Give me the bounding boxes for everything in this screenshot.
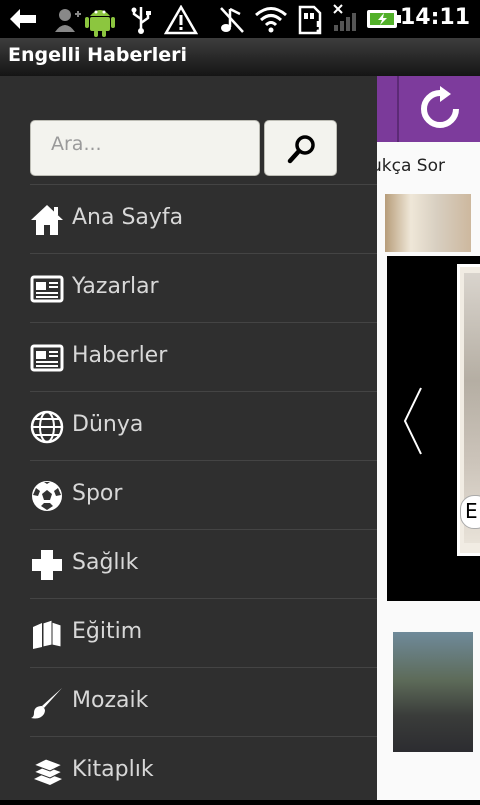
slider-card[interactable]: E (457, 264, 480, 556)
usb-icon (131, 7, 151, 34)
newspaper-icon (30, 344, 64, 372)
menu-label: Mozaik (72, 688, 149, 713)
news-slider[interactable]: E (387, 256, 480, 601)
app-title-bar: Engelli Haberleri (0, 38, 480, 77)
article-thumbnail[interactable] (385, 194, 471, 252)
menu-label: Sağlık (72, 550, 139, 575)
plus-cross-icon (32, 550, 62, 580)
menu-item-saglik[interactable]: Sağlık (30, 529, 377, 598)
status-clock: 14:11 (399, 5, 470, 30)
menu-item-haberler[interactable]: Haberler (30, 322, 377, 391)
music-off-icon (220, 7, 244, 33)
newspaper-icon (30, 275, 64, 303)
books-icon (33, 619, 62, 649)
menu-item-spor[interactable]: Spor (30, 460, 377, 529)
header-link-fragment[interactable]: ukça Sor (377, 156, 445, 176)
globe-icon (30, 410, 64, 444)
back-notification-icon (10, 9, 36, 29)
menu-item-ana-sayfa[interactable]: Ana Sayfa (30, 184, 377, 253)
menu-label: Dünya (72, 412, 144, 437)
slider-caption: E (460, 495, 480, 529)
menu-label: Yazarlar (72, 274, 159, 299)
add-contact-icon (55, 9, 81, 32)
menu-item-dunya[interactable]: Dünya (30, 391, 377, 460)
refresh-button[interactable] (397, 76, 480, 142)
search-input[interactable]: Ara... (30, 120, 260, 176)
wifi-icon (255, 7, 287, 33)
warning-icon (164, 5, 198, 35)
search-button[interactable] (264, 120, 337, 176)
menu-item-mozaik[interactable]: Mozaik (30, 667, 377, 736)
menu-label: Ana Sayfa (72, 205, 184, 230)
menu-label: Haberler (72, 343, 168, 368)
book-stack-icon (32, 758, 64, 785)
menu-label: Spor (72, 481, 123, 506)
menu-item-yazarlar[interactable]: Yazarlar (30, 253, 377, 322)
soccer-ball-icon (32, 481, 62, 511)
android-icon (85, 10, 115, 37)
refresh-icon (421, 86, 459, 128)
menu-label: Kitaplık (72, 757, 154, 782)
signal-icon (333, 4, 356, 31)
menu-item-kitaplik[interactable]: Kitaplık (30, 736, 377, 805)
search-icon (287, 135, 315, 164)
home-icon (31, 205, 63, 235)
battery-charging-icon (367, 10, 401, 28)
slider-prev-arrow-icon[interactable] (401, 386, 425, 456)
menu-label: Eğitim (72, 619, 143, 644)
navigation-drawer: Ara... Ana Sayfa Yazarlar Haberler Dünya… (0, 76, 377, 800)
article-photo[interactable] (393, 632, 473, 752)
drawer-menu: Ana Sayfa Yazarlar Haberler Dünya Spor S… (30, 184, 377, 805)
menu-item-egitim[interactable]: Eğitim (30, 598, 377, 667)
status-bar: 14:11 (0, 0, 480, 38)
paintbrush-icon (31, 688, 62, 719)
sd-card-icon (298, 5, 322, 35)
app-title: Engelli Haberleri (8, 44, 188, 66)
background-page: ukça Sor E (377, 76, 480, 800)
